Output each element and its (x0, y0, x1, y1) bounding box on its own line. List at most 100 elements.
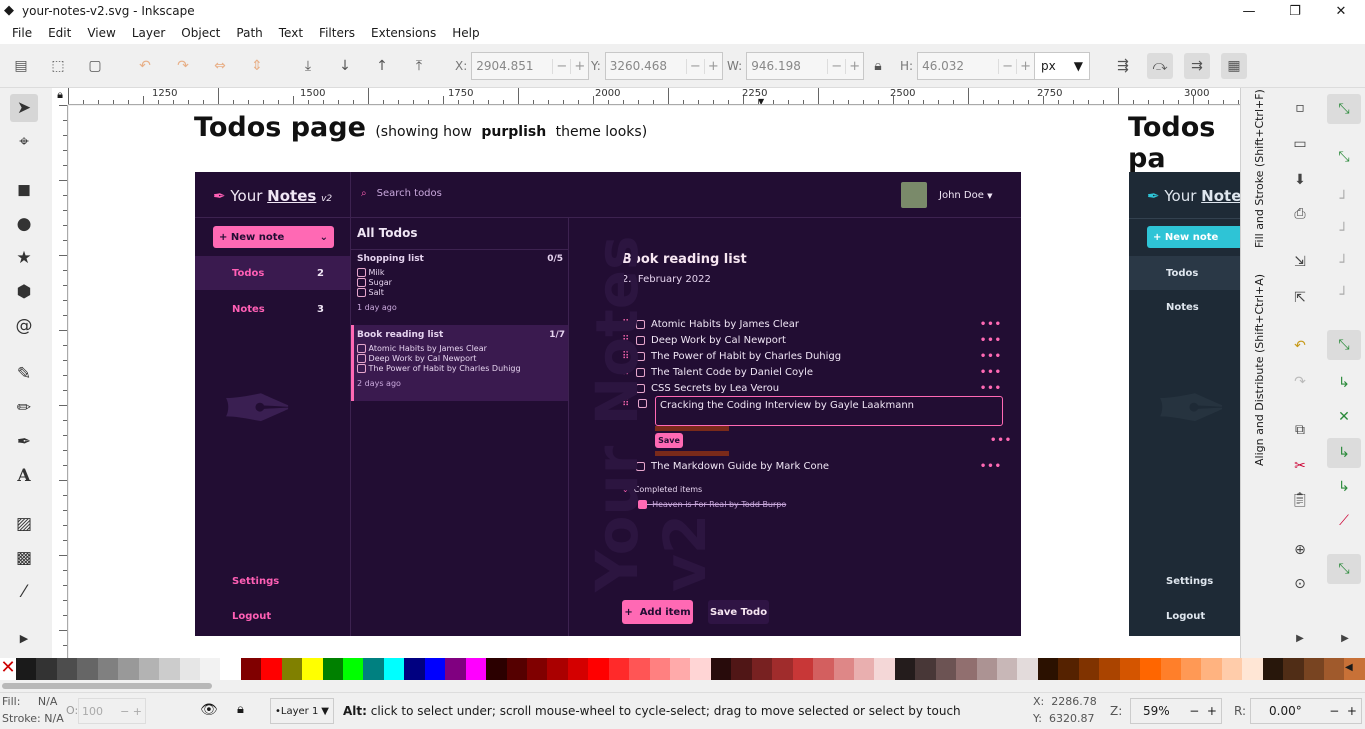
color-swatch[interactable] (1221, 658, 1243, 680)
zoom-field[interactable]: 59% − + (1130, 698, 1222, 724)
sidebar-item-todos[interactable]: Todos 2 (195, 256, 350, 290)
palette-menu-icon[interactable]: ◀ (1345, 662, 1353, 673)
color-swatch[interactable] (1324, 658, 1345, 680)
more-icon[interactable]: ••• (980, 319, 1002, 330)
color-swatch[interactable] (1201, 658, 1222, 680)
color-swatch[interactable] (1017, 658, 1038, 680)
color-swatch[interactable] (220, 658, 241, 680)
list-card-book[interactable]: Book reading list 1/7 Atomic Habits by Ja… (351, 325, 568, 401)
snap-smooth-icon[interactable]: ↳ (1327, 472, 1361, 502)
snap-midpoint-icon[interactable]: ⟋ (1327, 506, 1361, 536)
open-folder-icon[interactable]: ▭ (1288, 132, 1312, 156)
color-swatch[interactable] (1180, 658, 1202, 680)
minimize-button[interactable]: — (1226, 0, 1272, 22)
color-swatch[interactable] (179, 658, 200, 680)
redo-icon[interactable]: ↷ (1288, 370, 1312, 394)
pen-tool-icon[interactable]: ✎ (10, 360, 38, 388)
rectangle-tool-icon[interactable]: ◼ (10, 176, 38, 204)
color-swatch[interactable] (833, 658, 854, 680)
color-swatch[interactable] (1078, 658, 1100, 680)
guide-lock-icon[interactable]: 🔒︎ (52, 88, 68, 105)
color-swatch[interactable] (915, 658, 936, 680)
color-swatch[interactable] (731, 658, 752, 680)
color-swatch[interactable] (1303, 658, 1324, 680)
w-decrement[interactable]: − (827, 58, 845, 74)
more-icon[interactable]: ••• (980, 383, 1002, 394)
align-distribute-tab[interactable]: Align and Distribute (Shift+Ctrl+A) (1253, 274, 1266, 466)
text-tool-icon[interactable]: A (10, 462, 38, 490)
cut-icon[interactable]: ✂ (1288, 454, 1312, 478)
more-icon[interactable]: ••• (990, 435, 1012, 446)
select-all-layers-icon[interactable]: ⬚ (45, 53, 71, 79)
color-swatch[interactable] (588, 658, 609, 680)
layer-select[interactable]: •Layer 1 ▼ (270, 698, 334, 724)
logout-link[interactable]: Logout (1166, 611, 1205, 622)
copy-icon[interactable]: ⧉ (1288, 418, 1312, 442)
menu-view[interactable]: View (79, 26, 123, 40)
color-swatch[interactable] (16, 658, 37, 680)
color-swatch[interactable] (670, 658, 691, 680)
ellipse-tool-icon[interactable]: ● (10, 210, 38, 238)
snap-bbox-corner-icon[interactable]: ┘ (1327, 216, 1361, 246)
color-swatch[interactable] (118, 658, 139, 680)
gradient-tool-icon[interactable]: ▨ (10, 510, 38, 538)
color-swatch[interactable] (751, 658, 773, 680)
more-icon[interactable]: ••• (980, 461, 1002, 472)
horizontal-scrollbar[interactable] (0, 680, 1365, 692)
menu-object[interactable]: Object (173, 26, 228, 40)
x-decrement[interactable]: − (552, 58, 570, 74)
y-increment[interactable]: + (703, 58, 722, 74)
mesh-tool-icon[interactable]: ▩ (10, 544, 38, 572)
transform-gradients-icon[interactable]: ⇉ (1184, 53, 1210, 79)
snap-intersection-icon[interactable]: ✕ (1327, 402, 1361, 432)
checkbox[interactable] (357, 288, 366, 297)
scale-corners-icon[interactable]: ⤼ (1147, 53, 1173, 79)
color-swatch[interactable] (138, 658, 160, 680)
color-swatch[interactable] (506, 658, 527, 680)
color-swatch[interactable] (894, 658, 916, 680)
color-swatch[interactable] (56, 658, 78, 680)
menu-edit[interactable]: Edit (40, 26, 79, 40)
color-swatch[interactable] (424, 658, 446, 680)
color-swatch[interactable] (567, 658, 589, 680)
opacity-field[interactable]: 100 − + (78, 698, 146, 724)
menu-layer[interactable]: Layer (124, 26, 173, 40)
color-swatch[interactable] (1160, 658, 1181, 680)
fill-stroke-tab[interactable]: Fill and Stroke (Shift+Ctrl+F) (1253, 89, 1266, 248)
snap-others-icon[interactable]: ⤡ (1327, 554, 1361, 584)
h-decrement[interactable]: − (998, 58, 1016, 74)
snap-cusp-icon[interactable]: ↳ (1327, 438, 1361, 468)
y-input[interactable] (605, 59, 686, 73)
color-swatch[interactable] (1037, 658, 1059, 680)
color-swatch[interactable] (1058, 658, 1079, 680)
scale-stroke-icon[interactable]: ⇶ (1110, 53, 1136, 79)
undo-icon[interactable]: ↶ (1288, 334, 1312, 358)
color-swatch[interactable] (935, 658, 957, 680)
zoom-stepper[interactable]: − + (1189, 704, 1221, 718)
color-swatch[interactable] (792, 658, 814, 680)
color-swatch[interactable] (1119, 658, 1141, 680)
snap-bbox-center-icon[interactable]: ┘ (1327, 280, 1361, 310)
menu-help[interactable]: Help (444, 26, 487, 40)
color-swatch[interactable] (281, 658, 303, 680)
print-icon[interactable]: ⎙ (1288, 202, 1312, 226)
lower-icon[interactable]: ↓ (332, 53, 358, 79)
color-swatch[interactable] (629, 658, 650, 680)
menu-path[interactable]: Path (228, 26, 270, 40)
color-swatch[interactable] (976, 658, 997, 680)
color-swatch[interactable] (445, 658, 466, 680)
sidebar-item-notes[interactable]: Notes 3 (195, 292, 350, 326)
paste-icon[interactable]: 📋︎ (1288, 488, 1312, 512)
x-input[interactable] (472, 59, 553, 73)
color-swatch[interactable] (547, 658, 568, 680)
canvas[interactable]: Todos page (showing how purplish theme l… (69, 106, 1240, 658)
export-icon[interactable]: ⇱ (1288, 286, 1312, 310)
color-swatch[interactable] (363, 658, 384, 680)
settings-link[interactable]: Settings (1166, 576, 1213, 587)
color-swatch[interactable] (649, 658, 670, 680)
snap-bbox-edge-icon[interactable]: ┘ (1327, 184, 1361, 214)
new-document-icon[interactable]: ▫ (1288, 96, 1312, 120)
search-input[interactable]: Search todos (377, 188, 442, 199)
sidebar-item-notes[interactable]: Notes (1166, 302, 1199, 313)
h-input[interactable] (918, 59, 999, 73)
